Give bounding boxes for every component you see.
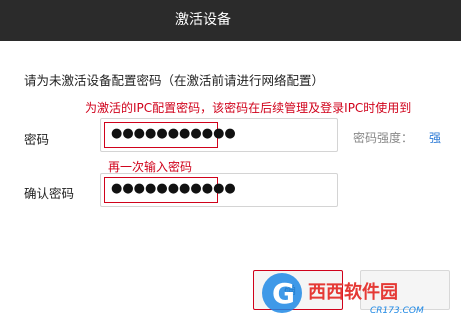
strength-label: 密码强度： <box>353 131 414 145</box>
password-field[interactable]: ●●●●●●●●●●● <box>100 118 338 152</box>
title-bar: 激活设备 <box>0 0 461 41</box>
password-label: 密码 <box>24 132 50 147</box>
cancel-button[interactable] <box>360 270 450 310</box>
instruction-text: 请为未激活设备配置密码（在激活前请进行网络配置） <box>24 73 325 88</box>
window-title: 激活设备 <box>175 12 231 28</box>
confirm-password-value: ●●●●●●●●●●● <box>111 181 236 196</box>
password-hint: 为激活的IPC配置密码，该密码在后续管理及登录IPC时使用到 <box>85 101 412 115</box>
confirm-button-label: 确 <box>284 283 297 297</box>
confirm-button[interactable]: 确 <box>253 270 343 310</box>
confirm-password-label: 确认密码 <box>24 186 75 201</box>
confirm-password-field[interactable]: ●●●●●●●●●●● <box>100 173 338 207</box>
strength-value: 强 <box>429 131 442 145</box>
password-value: ●●●●●●●●●●● <box>111 126 236 141</box>
